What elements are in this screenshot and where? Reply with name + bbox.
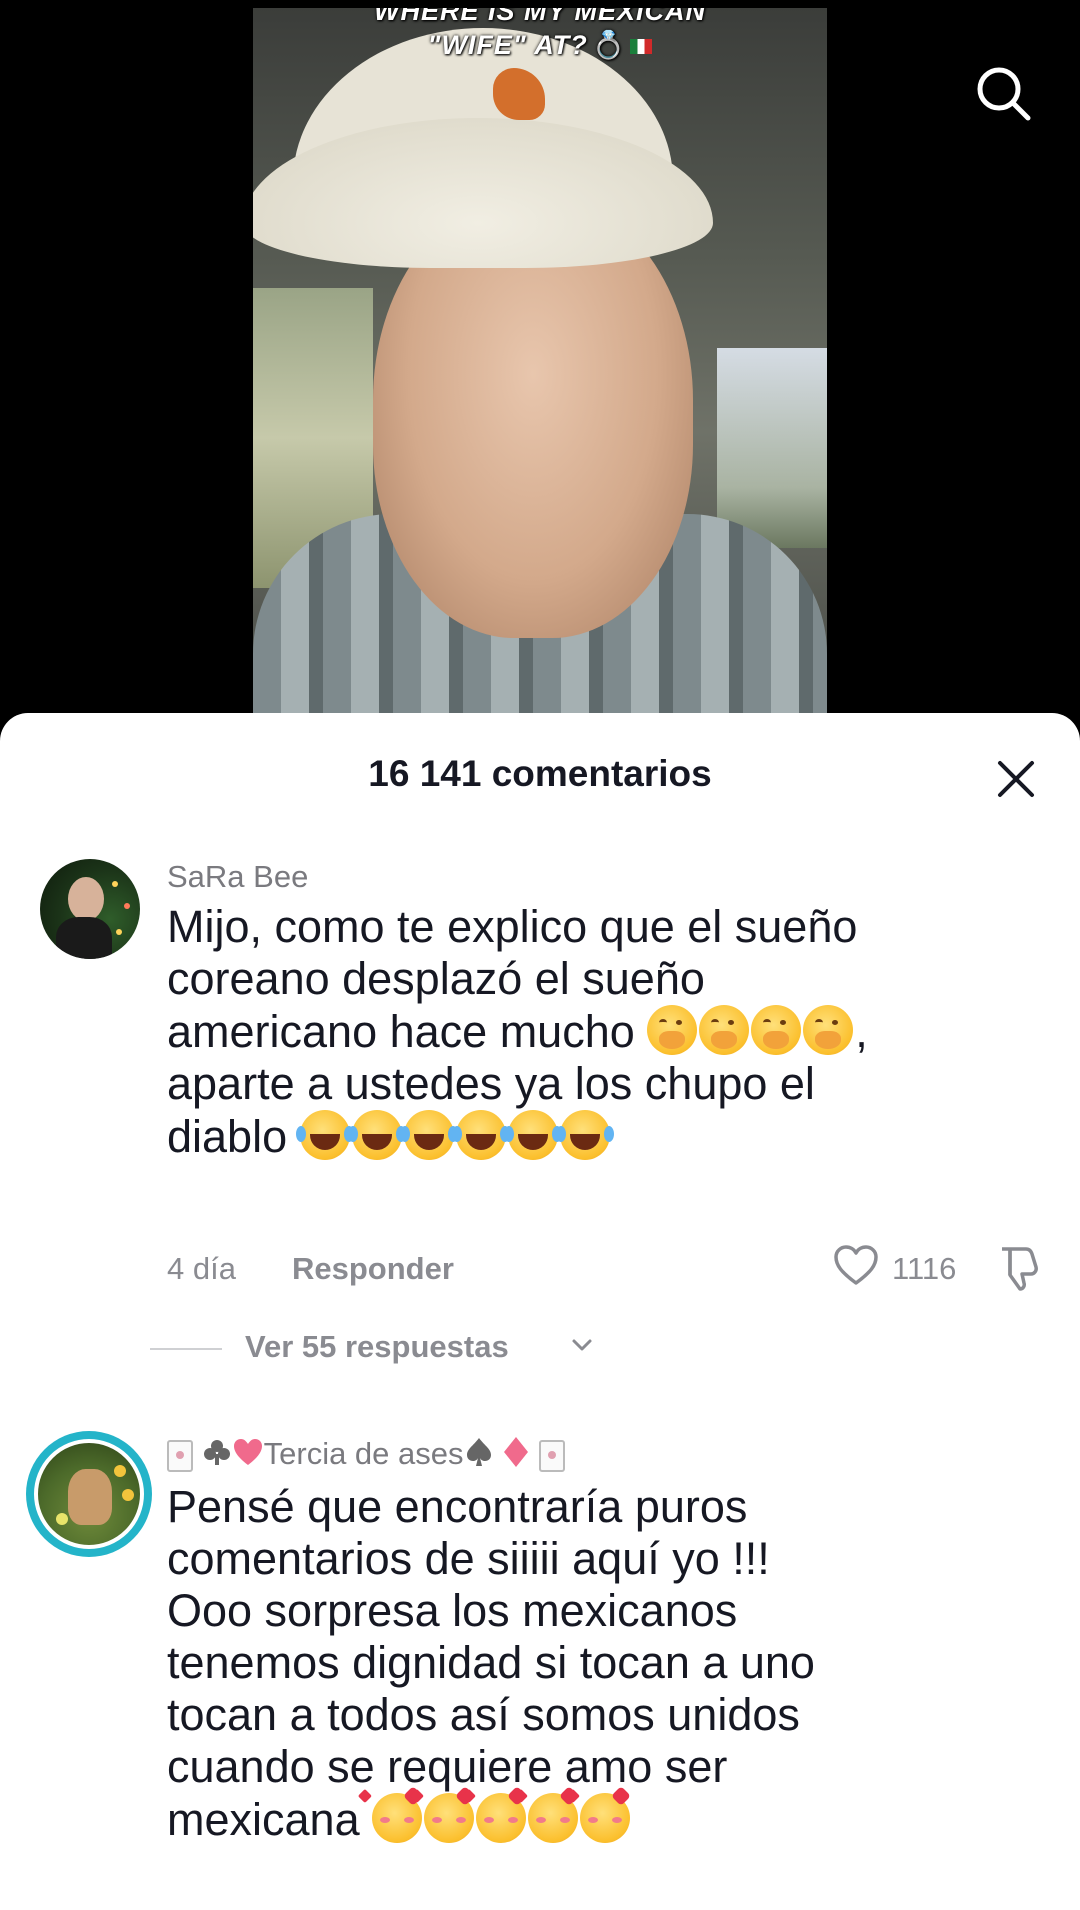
comment-line: comentarios de siiiii aquí yo !!! — [167, 1533, 770, 1584]
tears-of-joy-emoji-icon — [295, 1110, 350, 1160]
comment-line: coreano desplazó el sueño — [167, 953, 705, 1004]
tears-of-joy-emoji-icon — [555, 1110, 610, 1160]
hand-over-mouth-emoji-icon — [751, 1005, 802, 1055]
comment-comma: , — [855, 1006, 868, 1057]
caption-line-1: WHERE IS MY MEXICAN — [373, 8, 707, 26]
like-button[interactable] — [833, 1245, 879, 1292]
spade-icon — [464, 1436, 494, 1476]
comment-text: Mijo, como te explico que el sueño corea… — [167, 901, 1047, 1163]
caption-line-2: "WIFE" AT? 💍 — [253, 28, 827, 62]
avatar[interactable] — [34, 1439, 144, 1549]
comment-age: 4 día — [167, 1251, 236, 1286]
card-icon — [167, 1440, 193, 1472]
comment-username[interactable]: SaRa Bee — [167, 859, 308, 895]
close-icon — [998, 761, 1034, 797]
avatar-light — [112, 881, 118, 887]
avatar-flower — [56, 1513, 68, 1525]
comment-line-text: diablo — [167, 1111, 288, 1162]
tears-of-joy-emoji-icon — [503, 1110, 558, 1160]
car-window-right — [717, 348, 827, 548]
avatar-figure — [68, 1469, 112, 1525]
card-icon — [538, 1440, 565, 1472]
username-text: Tercia de ases — [263, 1436, 464, 1472]
avatar-body — [56, 917, 112, 959]
thumbs-down-icon — [1002, 1247, 1038, 1291]
comments-sheet: 16 141 comentarios SaRa Bee Mijo, como t… — [0, 713, 1080, 1910]
comment-line: Pensé que encontraría puros — [167, 1481, 748, 1532]
comment-line: Mijo, como te explico que el sueño — [167, 901, 858, 952]
comment-line: tenemos dignidad si tocan a uno — [167, 1637, 815, 1688]
search-button[interactable] — [968, 58, 1038, 128]
comment-line: americano hace mucho , — [167, 1005, 1047, 1058]
emoji-group — [647, 1005, 855, 1057]
smiling-face-with-hearts-emoji-icon — [580, 1793, 631, 1843]
mexico-flag-icon — [630, 39, 653, 55]
hand-over-mouth-emoji-icon — [699, 1005, 750, 1055]
club-icon — [202, 1437, 232, 1475]
chevron-down-icon — [572, 1339, 592, 1351]
view-replies-label[interactable]: Ver 55 respuestas — [245, 1329, 509, 1365]
comment-line: aparte a ustedes ya los chupo el — [167, 1058, 815, 1109]
close-button[interactable] — [996, 759, 1036, 799]
reply-button[interactable]: Responder — [292, 1251, 454, 1287]
hand-over-mouth-emoji-icon — [647, 1005, 698, 1055]
avatar-light — [116, 929, 122, 935]
dislike-button[interactable] — [996, 1245, 1040, 1296]
diamond-icon — [502, 1435, 530, 1477]
hand-over-mouth-emoji-icon — [803, 1005, 854, 1055]
smiling-face-with-hearts-emoji-icon — [476, 1793, 527, 1843]
avatar-flower — [122, 1489, 134, 1501]
comment-line-text: americano hace mucho — [167, 1006, 635, 1057]
avatar-face — [68, 877, 104, 921]
comment-username[interactable]: Tercia de ases — [167, 1435, 565, 1477]
video-player[interactable]: WHERE IS MY MEXICAN "WIFE" AT? 💍 — [0, 0, 1080, 730]
video-frame[interactable]: WHERE IS MY MEXICAN "WIFE" AT? 💍 — [253, 8, 827, 714]
ring-icon: 💍 — [591, 30, 627, 60]
comment-line: tocan a todos así somos unidos — [167, 1689, 800, 1740]
heart-outline-icon — [834, 1245, 878, 1285]
tears-of-joy-emoji-icon — [347, 1110, 402, 1160]
smiling-face-with-hearts-emoji-icon — [528, 1793, 579, 1843]
like-count: 1116 — [892, 1251, 957, 1286]
avatar-flower — [114, 1465, 126, 1477]
smiling-face-with-hearts-emoji-icon — [372, 1793, 423, 1843]
avatar-light — [124, 903, 130, 909]
search-icon — [977, 67, 1031, 121]
video-caption: WHERE IS MY MEXICAN "WIFE" AT? 💍 — [253, 8, 827, 62]
emoji-group — [295, 1110, 612, 1162]
smiling-face-with-hearts-emoji-icon — [424, 1793, 475, 1843]
comments-count-title: 16 141 comentarios — [368, 753, 712, 794]
comment-line: diablo — [167, 1110, 1047, 1163]
tears-of-joy-emoji-icon — [451, 1110, 506, 1160]
avatar[interactable] — [40, 859, 140, 959]
divider — [150, 1348, 222, 1350]
comment-line: Ooo sorpresa los mexicanos — [167, 1585, 738, 1636]
caption-line-2-text: "WIFE" AT? — [427, 30, 588, 60]
heart-icon — [232, 1437, 264, 1475]
comment-text: Pensé que encontraría puros comentarios … — [167, 1481, 1047, 1846]
comment-line: mexicana — [167, 1793, 1047, 1846]
emoji-group — [372, 1793, 632, 1845]
comment-line: cuando se requiere amo ser — [167, 1741, 728, 1792]
comment-line-text: mexicana — [167, 1794, 360, 1845]
tears-of-joy-emoji-icon — [399, 1110, 454, 1160]
